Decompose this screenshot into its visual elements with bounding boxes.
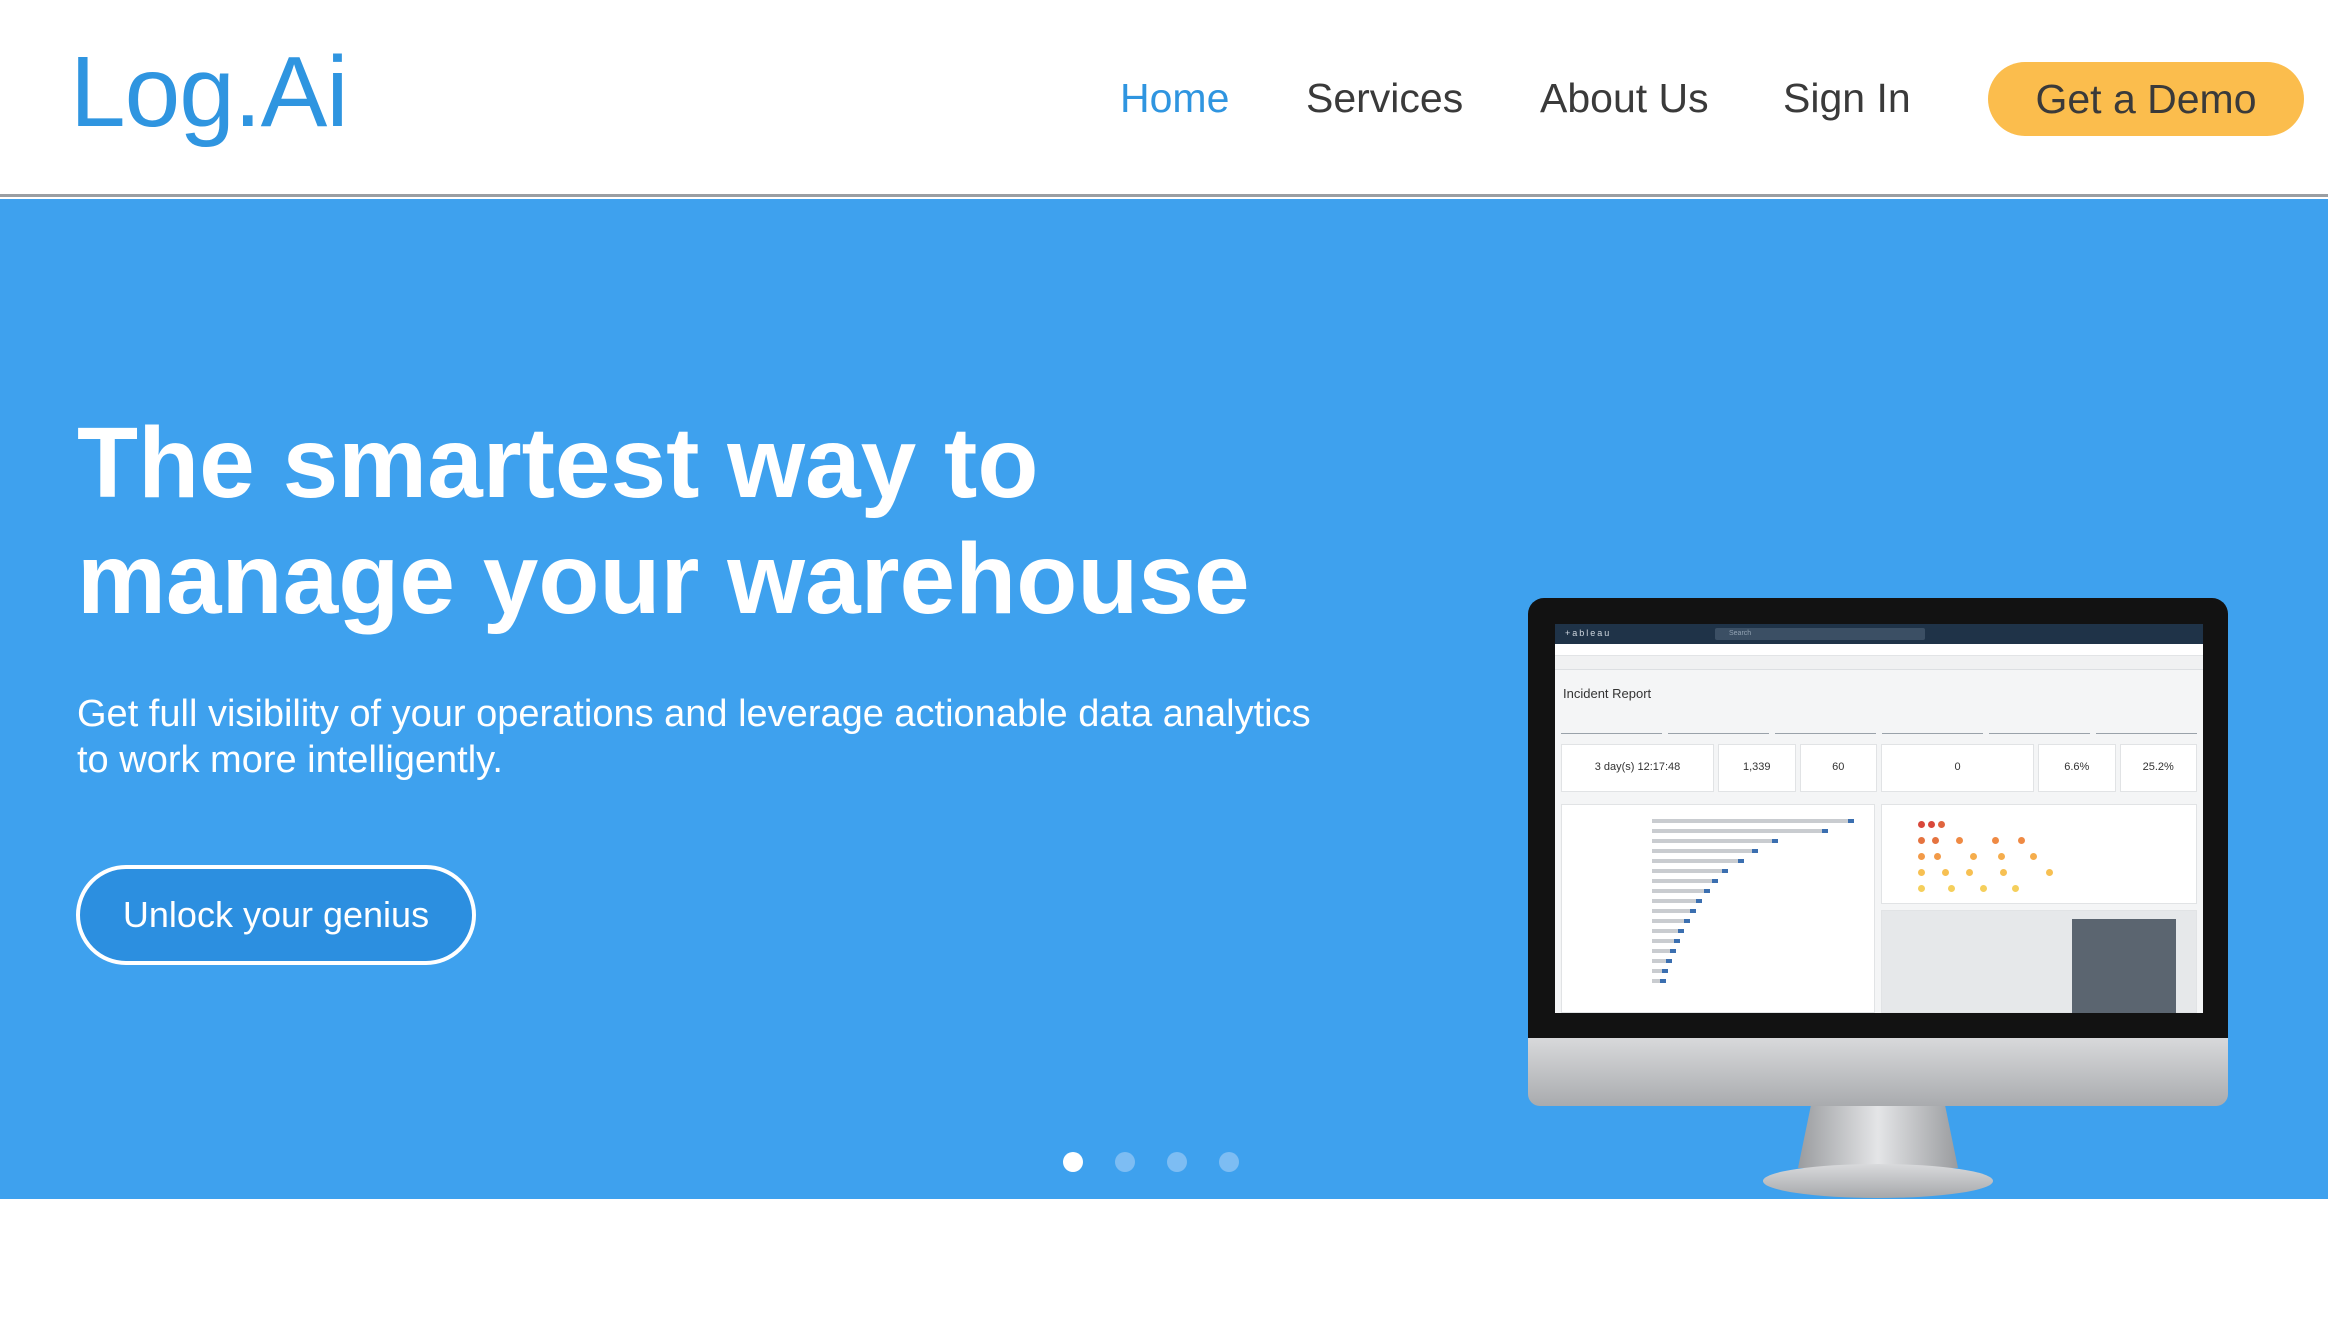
carousel-dots <box>1063 1152 1239 1172</box>
screen-kpi: 0 <box>1881 744 2034 792</box>
nav-sign-in[interactable]: Sign In <box>1783 72 1911 124</box>
nav-about-us[interactable]: About Us <box>1540 72 1709 124</box>
logo[interactable]: Log.Ai <box>70 42 349 142</box>
screen-kpi: 6.6% <box>2038 744 2116 792</box>
get-demo-button[interactable]: Get a Demo <box>1988 62 2304 136</box>
carousel-dot[interactable] <box>1115 1152 1135 1172</box>
screen-kpi: 1,339 <box>1718 744 1796 792</box>
screen-kpi: 3 day(s) 12:17:48 <box>1561 744 1714 792</box>
nav-services[interactable]: Services <box>1306 72 1463 124</box>
screen-bar-panel <box>1561 804 1875 1013</box>
hero-headline: The smartest way to manage your warehous… <box>77 407 1250 635</box>
dashboard-screen: +ableau Search Incident Report 3 day(s) … <box>1555 624 2203 1013</box>
site-header: Log.Ai Home Services About Us Sign In Ge… <box>0 0 2328 197</box>
carousel-dot[interactable] <box>1219 1152 1239 1172</box>
nav-home[interactable]: Home <box>1120 72 1229 124</box>
screen-kpi: 60 <box>1799 744 1877 792</box>
monitor-foot <box>1763 1164 1993 1198</box>
hero-subtext: Get full visibility of your operations a… <box>77 693 1311 781</box>
hero-section: The smartest way to manage your warehous… <box>0 199 2328 1199</box>
screen-bubble-panel <box>1881 804 2197 904</box>
monitor-stand <box>1798 1106 1958 1168</box>
screen-treemap-panel <box>1881 910 2197 1013</box>
carousel-dot[interactable] <box>1167 1152 1187 1172</box>
screen-title: Incident Report <box>1563 686 1652 701</box>
monitor-chin <box>1528 1038 2228 1106</box>
carousel-dot[interactable] <box>1063 1152 1083 1172</box>
monitor-bezel: +ableau Search Incident Report 3 day(s) … <box>1528 598 2228 1038</box>
unlock-genius-button[interactable]: Unlock your genius <box>76 865 476 965</box>
screen-search: Search <box>1715 628 1925 640</box>
screen-kpi: 25.2% <box>2119 744 2197 792</box>
monitor-dashboard-image: +ableau Search Incident Report 3 day(s) … <box>1528 598 2228 1198</box>
screen-brand: +ableau <box>1565 628 1612 638</box>
